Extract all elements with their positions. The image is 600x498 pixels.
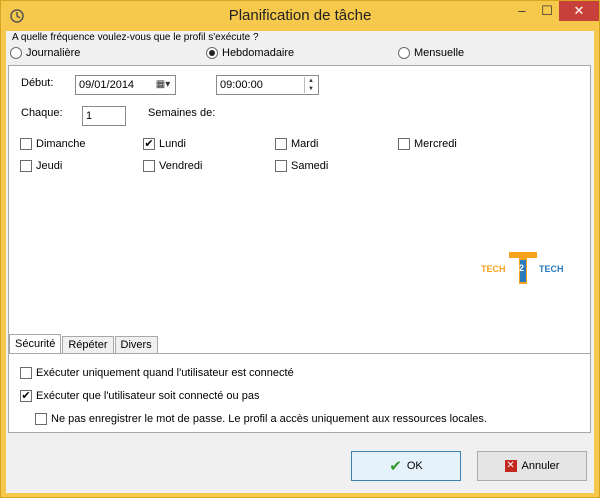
radio-hebdomadaire[interactable]: Hebdomadaire: [206, 45, 294, 61]
semaines-label: Semaines de:: [148, 107, 216, 119]
radio-label: Journalière: [26, 47, 81, 59]
security-tab-panel: Exécuter uniquement quand l'utilisateur …: [8, 353, 591, 433]
checkbox-vendredi[interactable]: Vendredi: [143, 158, 202, 174]
debut-label: Début:: [21, 77, 54, 89]
options-tabs: Sécurité Répéter Divers: [9, 334, 159, 354]
checkbox-do-not-store-password[interactable]: Ne pas enregistrer le mot de passe. Le p…: [35, 411, 487, 427]
checkbox-label: Ne pas enregistrer le mot de passe. Le p…: [51, 413, 487, 425]
radio-mensuelle[interactable]: Mensuelle: [398, 45, 464, 61]
spin-down-icon[interactable]: ▼: [305, 85, 317, 93]
radio-circle[interactable]: [206, 47, 218, 59]
checkbox-box[interactable]: [20, 138, 32, 150]
checkbox-label: Jeudi: [36, 160, 63, 172]
checkbox-label: Dimanche: [36, 138, 86, 150]
cancel-x-icon: ✕: [504, 460, 517, 472]
ok-button-label: OK: [406, 460, 423, 472]
tab-securite[interactable]: Sécurité: [9, 334, 62, 354]
checkbox-box[interactable]: [398, 138, 410, 150]
checkbox-run-when-logged-on[interactable]: Exécuter uniquement quand l'utilisateur …: [20, 365, 294, 381]
checkbox-box[interactable]: [275, 138, 287, 150]
date-value: 09/01/2014: [79, 79, 135, 91]
cancel-button[interactable]: ✕ Annuler: [477, 451, 587, 481]
checkbox-mardi[interactable]: Mardi: [275, 136, 319, 152]
close-button[interactable]: ✕: [559, 1, 599, 21]
minimize-button[interactable]: –: [509, 1, 535, 21]
tab-repeter[interactable]: Répéter: [62, 336, 114, 354]
calendar-dropdown-icon[interactable]: ▦▾: [153, 78, 173, 92]
radio-circle[interactable]: [10, 47, 22, 59]
time-input[interactable]: 09:00:00 ▲ ▼: [216, 75, 319, 95]
frequency-question: A quelle fréquence voulez-vous que le pr…: [12, 32, 259, 43]
chaque-label: Chaque:: [21, 107, 63, 119]
scheduler-window: Planification de tâche – ☐ ✕ A quelle fr…: [0, 0, 600, 498]
chaque-value: 1: [86, 110, 93, 122]
svg-text:2: 2: [519, 263, 524, 273]
chaque-input[interactable]: 1: [82, 106, 126, 126]
checkbox-lundi[interactable]: ✔ Lundi: [143, 136, 186, 152]
minimize-icon: –: [518, 3, 526, 18]
checkbox-box[interactable]: ✔: [20, 390, 32, 402]
svg-text:TECH: TECH: [539, 264, 564, 274]
title-bar[interactable]: Planification de tâche – ☐ ✕: [1, 1, 599, 31]
checkbox-label: Exécuter uniquement quand l'utilisateur …: [36, 367, 294, 379]
time-value: 09:00:00: [220, 79, 263, 91]
checkbox-box[interactable]: [143, 160, 155, 172]
checkbox-mercredi[interactable]: Mercredi: [398, 136, 457, 152]
schedule-panel: Début: 09/01/2014 ▦▾ 09:00:00 ▲ ▼ Chaque…: [8, 65, 591, 362]
spin-up-icon[interactable]: ▲: [305, 77, 317, 85]
maximize-button[interactable]: ☐: [535, 1, 559, 21]
ok-button[interactable]: ✔ OK: [351, 451, 461, 481]
time-spinner[interactable]: ▲ ▼: [304, 77, 317, 93]
tab-divers[interactable]: Divers: [114, 336, 158, 354]
checkbox-box[interactable]: [20, 367, 32, 379]
checkbox-box[interactable]: ✔: [143, 138, 155, 150]
checkbox-label: Mercredi: [414, 138, 457, 150]
cancel-button-label: Annuler: [521, 460, 560, 472]
checkmark-icon: ✔: [389, 458, 402, 475]
date-picker[interactable]: 09/01/2014 ▦▾: [75, 75, 176, 95]
tech2tech-logo: TECH 2 TECH: [481, 252, 564, 284]
checkbox-dimanche[interactable]: Dimanche: [20, 136, 86, 152]
radio-circle[interactable]: [398, 47, 410, 59]
checkbox-label: Mardi: [291, 138, 319, 150]
radio-journaliere[interactable]: Journalière: [10, 45, 80, 61]
checkbox-label: Lundi: [159, 138, 186, 150]
checkbox-box[interactable]: [275, 160, 287, 172]
checkbox-label: Vendredi: [159, 160, 203, 172]
checkbox-run-whether-logged-on[interactable]: ✔ Exécuter que l'utilisateur soit connec…: [20, 388, 259, 404]
svg-text:TECH: TECH: [481, 264, 506, 274]
dialog-client: A quelle fréquence voulez-vous que le pr…: [6, 31, 594, 493]
maximize-icon: ☐: [541, 3, 553, 18]
checkbox-label: Exécuter que l'utilisateur soit connecté…: [36, 390, 260, 402]
checkbox-samedi[interactable]: Samedi: [275, 158, 328, 174]
checkbox-box[interactable]: [35, 413, 47, 425]
checkbox-jeudi[interactable]: Jeudi: [20, 158, 62, 174]
radio-label: Hebdomadaire: [222, 47, 295, 59]
checkbox-label: Samedi: [291, 160, 329, 172]
checkbox-box[interactable]: [20, 160, 32, 172]
radio-label: Mensuelle: [414, 47, 465, 59]
close-icon: ✕: [573, 3, 585, 18]
